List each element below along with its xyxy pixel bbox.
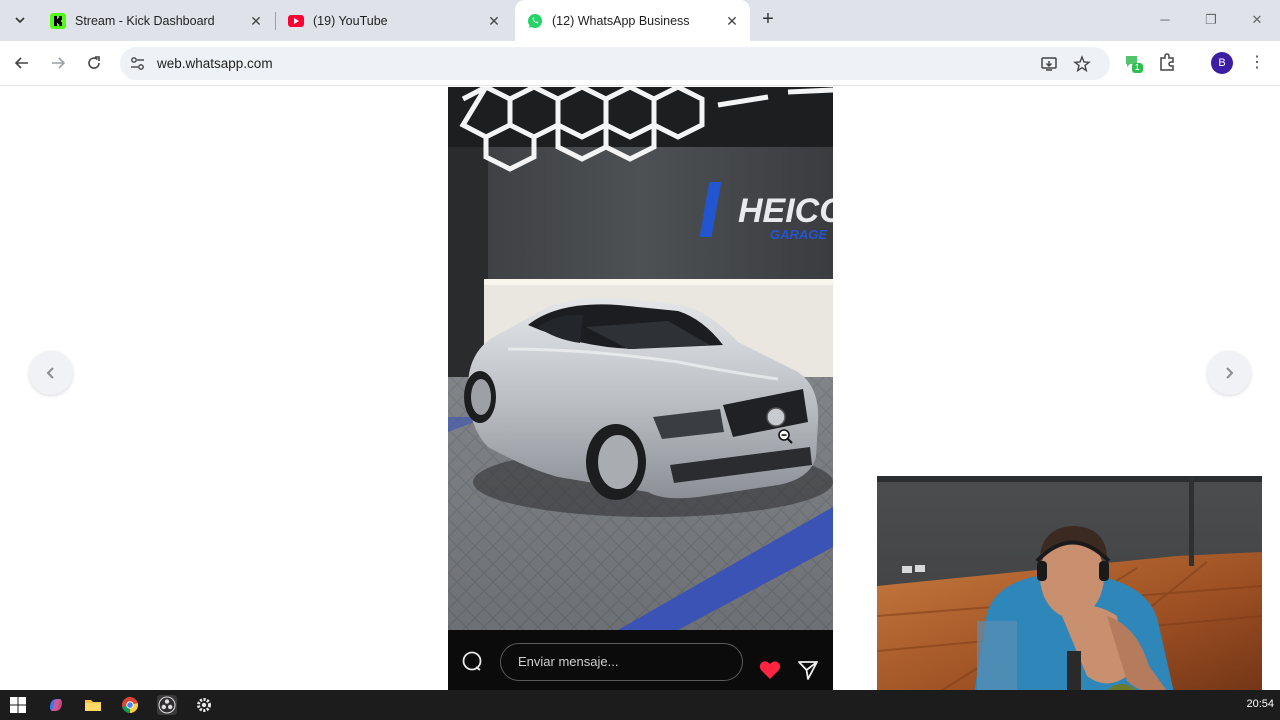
youtube-icon (288, 14, 304, 27)
chevron-down-icon (15, 17, 25, 24)
close-tab-icon[interactable]: ✕ (486, 13, 502, 29)
extension-badge: 1 (1135, 63, 1140, 72)
browser-toolbar: web.whatsapp.com 1 B ⋮ (0, 41, 1280, 86)
obs-icon[interactable] (157, 695, 177, 715)
tab-kick-dashboard[interactable]: Stream - Kick Dashboard ✕ (38, 0, 274, 41)
streamer-camera-feed (877, 476, 1262, 706)
chevron-right-icon (1226, 367, 1234, 379)
address-bar[interactable]: web.whatsapp.com (120, 47, 1110, 80)
status-reply-bar: Enviar mensaje... (448, 630, 833, 690)
previous-status-button[interactable] (29, 351, 73, 395)
close-window-icon[interactable]: ✕ (1248, 11, 1266, 29)
copilot-icon[interactable] (46, 695, 66, 715)
restore-icon[interactable]: ❐ (1202, 11, 1220, 29)
chevron-left-icon (46, 367, 54, 379)
close-tab-icon[interactable]: ✕ (248, 13, 264, 29)
chrome-icon[interactable] (120, 695, 140, 715)
file-explorer-icon[interactable] (83, 695, 103, 715)
extensions-menu-button[interactable] (1157, 51, 1181, 75)
close-tab-icon[interactable]: ✕ (724, 13, 740, 29)
arrow-left-icon (14, 57, 28, 69)
send-icon[interactable] (797, 659, 819, 681)
tab-title: (12) WhatsApp Business (552, 13, 690, 28)
svg-text:HEICO: HEICO (738, 192, 833, 230)
tab-title: (19) YouTube (313, 13, 388, 28)
car-photo[interactable]: HEICO GARAGE (448, 87, 833, 630)
webcam-overlay (877, 476, 1262, 706)
site-settings-icon[interactable] (129, 55, 146, 72)
reload-button[interactable] (82, 51, 106, 75)
settings-icon[interactable] (194, 695, 214, 715)
new-tab-button[interactable]: + (757, 9, 779, 31)
back-button[interactable] (10, 51, 34, 75)
next-status-button[interactable] (1207, 351, 1251, 395)
url-text: web.whatsapp.com (157, 56, 273, 71)
extension-button[interactable]: 1 (1122, 51, 1146, 75)
chat-extension-icon (1126, 56, 1143, 73)
tab-title: Stream - Kick Dashboard (75, 13, 215, 28)
tab-strip: Stream - Kick Dashboard ✕ (19) YouTube ✕… (0, 0, 1280, 41)
puzzle-icon (1160, 53, 1174, 71)
whatsapp-icon (527, 13, 543, 29)
taskbar-clock: 20:54 (1246, 698, 1274, 710)
profile-avatar[interactable]: B (1211, 52, 1233, 74)
status-story: HEICO GARAGE (448, 87, 833, 690)
reply-message-input[interactable]: Enviar mensaje... (500, 643, 743, 681)
heart-react-icon[interactable] (759, 660, 781, 680)
windows-taskbar: 20:54 (0, 690, 1280, 720)
tab-whatsapp-business[interactable]: (12) WhatsApp Business ✕ (515, 0, 750, 41)
minimize-icon[interactable]: ─ (1156, 11, 1174, 29)
install-app-icon[interactable] (1040, 55, 1058, 73)
kick-icon (50, 12, 66, 29)
reply-placeholder: Enviar mensaje... (518, 654, 619, 669)
more-menu-icon[interactable]: ⋮ (1249, 53, 1265, 73)
svg-text:GARAGE: GARAGE (770, 227, 827, 242)
bookmark-star-icon[interactable] (1073, 55, 1091, 73)
tab-youtube[interactable]: (19) YouTube ✕ (276, 0, 512, 41)
forward-button[interactable] (46, 51, 70, 75)
reload-icon (88, 56, 100, 69)
arrow-right-icon (52, 57, 66, 69)
tab-search-button[interactable] (8, 8, 32, 32)
emoji-sticker-icon[interactable] (461, 650, 483, 672)
windows-start-icon[interactable] (8, 695, 28, 715)
